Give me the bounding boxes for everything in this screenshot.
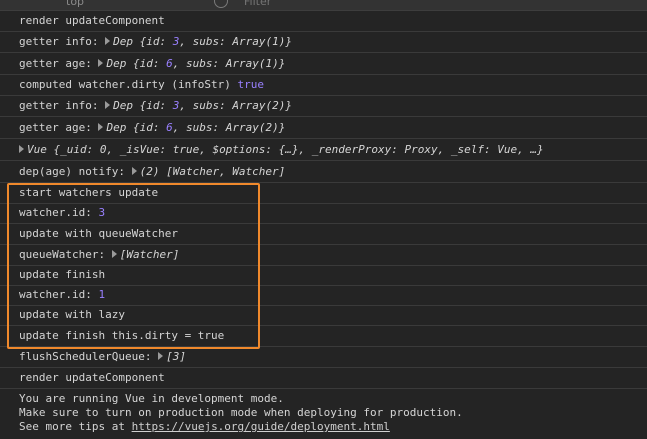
log-row: update finish this.dirty = true xyxy=(0,326,647,347)
log-row: Vue {_uid: 0, _isVue: true, $options: {…… xyxy=(0,140,647,161)
context-selector[interactable]: top xyxy=(66,0,84,8)
log-row: getter age: Dep {id: 6, subs: Array(1)} xyxy=(0,54,647,75)
expand-arrow-icon[interactable] xyxy=(105,37,111,45)
expand-arrow-icon[interactable] xyxy=(158,352,164,360)
log-row: update finish xyxy=(0,265,647,286)
log-row: getter info: Dep {id: 3, subs: Array(2)} xyxy=(0,96,647,117)
expand-arrow-icon[interactable] xyxy=(111,250,117,258)
deployment-guide-link[interactable]: https://vuejs.org/guide/deployment.html xyxy=(132,420,390,433)
expand-arrow-icon[interactable] xyxy=(105,101,111,109)
log-row: start watchers update xyxy=(0,183,647,204)
console-toolbar: top xyxy=(0,0,647,11)
log-row: render updateComponent xyxy=(0,368,647,389)
filter-input[interactable] xyxy=(244,0,639,8)
log-row: dep(age) notify: (2) [Watcher, Watcher] xyxy=(0,162,647,183)
expand-arrow-icon[interactable] xyxy=(98,123,104,131)
log-row: render updateComponent xyxy=(0,11,647,32)
log-row: computed watcher.dirty (infoStr) true xyxy=(0,75,647,96)
clear-filter-icon[interactable] xyxy=(214,0,228,8)
log-row: watcher.id: 1 xyxy=(0,285,647,306)
log-row: queueWatcher: [Watcher] xyxy=(0,245,647,266)
log-row: update with lazy xyxy=(0,305,647,326)
expand-arrow-icon[interactable] xyxy=(131,167,137,175)
log-row: update with queueWatcher xyxy=(0,224,647,245)
log-row: getter info: Dep {id: 3, subs: Array(1)} xyxy=(0,32,647,53)
expand-arrow-icon[interactable] xyxy=(19,145,24,153)
vue-dev-mode-message: You are running Vue in development mode.… xyxy=(19,392,463,433)
log-row: watcher.id: 3 xyxy=(0,203,647,224)
log-row: getter age: Dep {id: 6, subs: Array(2)} xyxy=(0,118,647,139)
expand-arrow-icon[interactable] xyxy=(98,59,104,67)
log-row: flushSchedulerQueue: [3] xyxy=(0,347,647,368)
